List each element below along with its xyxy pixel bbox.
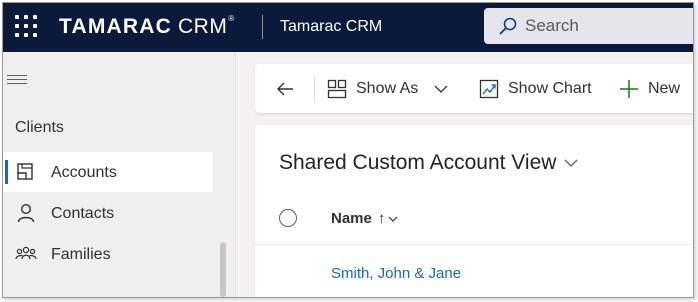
view-title: Shared Custom Account View [279, 151, 557, 174]
logo-registered-mark: ® [228, 13, 235, 23]
people-group-icon [15, 246, 37, 260]
app-window: TAMARAC CRM ® Tamarac CRM Search Clients [2, 2, 694, 298]
sidebar-item-label: Families [51, 246, 111, 263]
active-indicator [5, 160, 8, 184]
sidebar-item-label: Contacts [51, 205, 115, 222]
logo-crm: CRM [178, 15, 228, 38]
column-header-name[interactable]: Name ↑ [331, 210, 398, 227]
sidebar: Clients Accounts Contacts Families [3, 52, 236, 297]
chart-icon [479, 79, 499, 98]
new-button[interactable]: New [619, 64, 680, 113]
grid-view-icon [327, 79, 347, 98]
account-name-link[interactable]: Smith, John & Jane [331, 265, 461, 282]
row-divider [255, 244, 693, 245]
app-launcher-icon[interactable] [15, 15, 37, 37]
logo-wordmark: TAMARAC [59, 15, 172, 38]
show-as-label: Show As [356, 79, 419, 97]
show-as-button[interactable]: Show As [327, 64, 448, 113]
sidebar-scrollbar[interactable] [220, 242, 226, 297]
sidebar-item-contacts[interactable]: Contacts [3, 193, 213, 233]
header-divider [262, 15, 263, 39]
chevron-down-icon [564, 159, 578, 167]
top-navigation-bar: TAMARAC CRM ® Tamarac CRM Search [3, 3, 693, 52]
grid-panel: Shared Custom Account View Name ↑ Smith,… [255, 125, 693, 297]
select-all-radio[interactable] [279, 209, 297, 227]
tamarac-crm-logo: TAMARAC CRM ® [59, 12, 234, 42]
sort-ascending-icon: ↑ [377, 210, 386, 227]
back-button[interactable] [275, 64, 295, 113]
chevron-down-icon [388, 216, 398, 222]
column-header-label: Name [331, 210, 372, 227]
chevron-down-icon[interactable] [434, 84, 448, 94]
plus-icon [620, 79, 638, 98]
search-placeholder: Search [525, 16, 579, 35]
search-box[interactable]: Search [484, 8, 693, 44]
view-selector[interactable]: Shared Custom Account View [279, 151, 578, 175]
arrow-left-icon [277, 82, 293, 95]
app-name[interactable]: Tamarac CRM [280, 18, 382, 36]
command-bar: Show As Show Chart New [255, 64, 693, 113]
sidebar-item-families[interactable]: Families [3, 234, 213, 274]
search-icon [499, 17, 517, 35]
command-separator [314, 76, 315, 102]
accounts-icon [17, 163, 33, 180]
sidebar-item-label: Accounts [51, 164, 117, 181]
person-icon [17, 203, 35, 223]
new-label: New [648, 79, 681, 97]
hamburger-menu-icon[interactable] [7, 75, 27, 85]
sidebar-item-accounts[interactable]: Accounts [3, 152, 213, 192]
sidebar-group-title: Clients [15, 119, 64, 136]
show-chart-button[interactable]: Show Chart [479, 64, 592, 113]
show-chart-label: Show Chart [508, 79, 592, 97]
